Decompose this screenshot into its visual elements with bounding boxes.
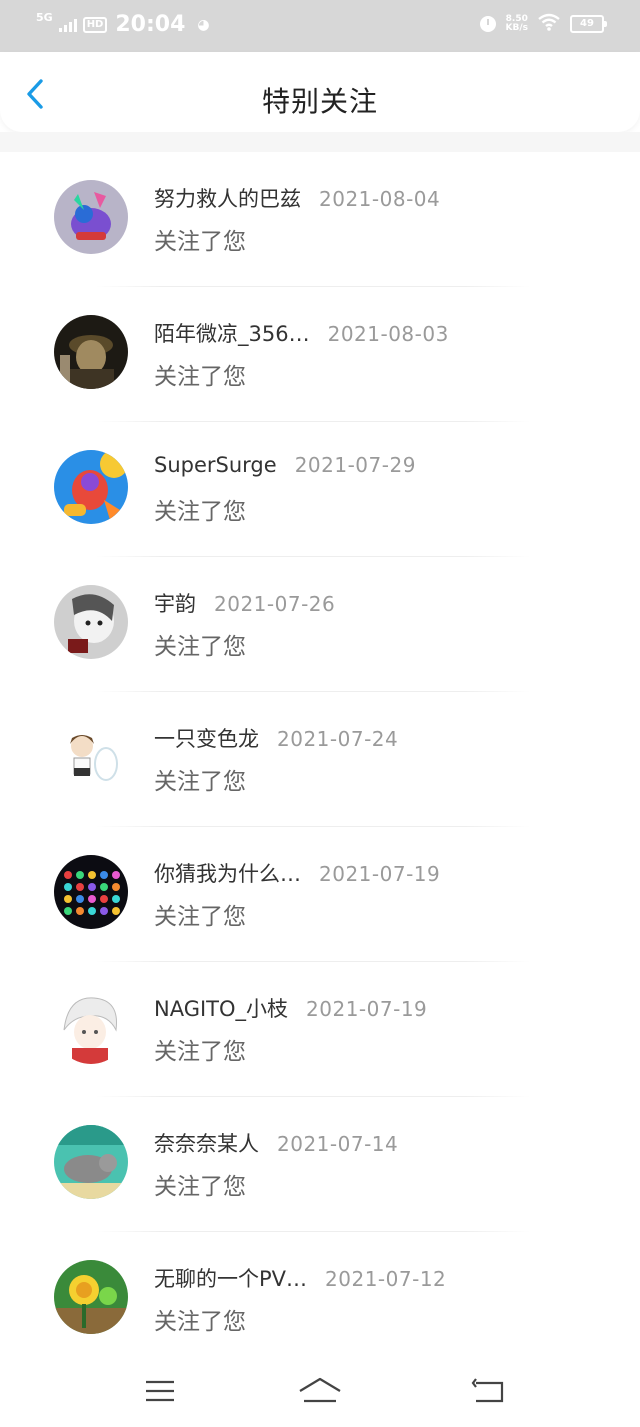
follow-action: 关注了您 bbox=[154, 1174, 246, 1200]
follow-action: 关注了您 bbox=[154, 229, 246, 255]
bilibili-icon: ◕ bbox=[197, 16, 210, 33]
list-item[interactable]: 一只变色龙 2021-07-24 关注了您 bbox=[0, 692, 640, 827]
status-right: 8.50 KB/s 49 bbox=[479, 13, 607, 35]
follow-date: 2021-07-24 bbox=[277, 727, 399, 751]
follow-date: 2021-07-29 bbox=[294, 453, 416, 477]
name-line: 陌年微凉_356… 2021-08-03 bbox=[154, 318, 449, 348]
user-name[interactable]: 奈奈奈某人 bbox=[154, 1128, 259, 1158]
follow-action: 关注了您 bbox=[154, 364, 246, 390]
status-left: 5G HD 20:04 ◕ bbox=[36, 12, 210, 37]
list-item[interactable]: 你猜我为什么… 2021-07-19 关注了您 bbox=[0, 827, 640, 962]
home-icon[interactable] bbox=[298, 1369, 342, 1413]
user-name[interactable]: NAGITO_小枝 bbox=[154, 993, 288, 1023]
menu-icon[interactable] bbox=[138, 1369, 182, 1413]
battery-icon: 49 bbox=[570, 15, 607, 33]
list-item[interactable]: 奈奈奈某人 2021-07-14 关注了您 bbox=[0, 1097, 640, 1232]
avatar[interactable] bbox=[54, 720, 128, 794]
follow-action: 关注了您 bbox=[154, 634, 246, 660]
list-item[interactable]: SuperSurge 2021-07-29 关注了您 bbox=[0, 422, 640, 557]
avatar[interactable] bbox=[54, 180, 128, 254]
page-title: 特别关注 bbox=[261, 85, 378, 118]
follower-list: 努力救人的巴兹 2021-08-04 关注了您 陌年微凉_356… 2021-0… bbox=[0, 152, 640, 1367]
name-line: 一只变色龙 2021-07-24 bbox=[154, 723, 398, 753]
follow-date: 2021-07-19 bbox=[306, 997, 428, 1021]
name-line: 无聊的一个PV… 2021-07-12 bbox=[154, 1263, 446, 1293]
follow-action: 关注了您 bbox=[154, 1309, 246, 1335]
wifi-icon bbox=[538, 13, 560, 35]
list-item[interactable]: NAGITO_小枝 2021-07-19 关注了您 bbox=[0, 962, 640, 1097]
follow-action: 关注了您 bbox=[154, 769, 246, 795]
follow-date: 2021-08-04 bbox=[319, 187, 441, 211]
header-gap bbox=[0, 132, 640, 152]
name-line: 努力救人的巴兹 2021-08-04 bbox=[154, 183, 440, 213]
follow-date: 2021-08-03 bbox=[327, 322, 449, 346]
user-name[interactable]: 宇韵 bbox=[154, 588, 196, 618]
name-line: 奈奈奈某人 2021-07-14 bbox=[154, 1128, 398, 1158]
avatar[interactable] bbox=[54, 1260, 128, 1334]
network-speed-unit: KB/s bbox=[505, 23, 528, 33]
follow-action: 关注了您 bbox=[154, 499, 246, 525]
status-bar: 5G HD 20:04 ◕ 8.50 KB/s 49 bbox=[0, 0, 640, 52]
name-line: 宇韵 2021-07-26 bbox=[154, 588, 335, 618]
clock: 20:04 bbox=[115, 12, 186, 37]
network-type: 5G bbox=[36, 11, 53, 24]
list-item[interactable]: 陌年微凉_356… 2021-08-03 关注了您 bbox=[0, 287, 640, 422]
network-speed: 8.50 KB/s bbox=[506, 15, 528, 33]
name-line: NAGITO_小枝 2021-07-19 bbox=[154, 993, 427, 1023]
user-name[interactable]: 无聊的一个PV… bbox=[154, 1263, 307, 1293]
follow-action: 关注了您 bbox=[154, 1039, 246, 1065]
avatar[interactable] bbox=[54, 990, 128, 1064]
system-nav-bar bbox=[0, 1357, 640, 1427]
user-name[interactable]: 一只变色龙 bbox=[154, 723, 259, 753]
follow-date: 2021-07-19 bbox=[319, 862, 441, 886]
header: 特别关注 bbox=[0, 52, 640, 132]
user-name[interactable]: 努力救人的巴兹 bbox=[154, 183, 301, 213]
avatar[interactable] bbox=[54, 855, 128, 929]
user-name[interactable]: 陌年微凉_356… bbox=[154, 318, 310, 348]
avatar[interactable] bbox=[54, 450, 128, 524]
follow-date: 2021-07-14 bbox=[277, 1132, 399, 1156]
avatar[interactable] bbox=[54, 1125, 128, 1199]
follow-date: 2021-07-12 bbox=[325, 1267, 447, 1291]
list-item[interactable]: 宇韵 2021-07-26 关注了您 bbox=[0, 557, 640, 692]
name-line: SuperSurge 2021-07-29 bbox=[154, 453, 416, 477]
list-item[interactable]: 无聊的一个PV… 2021-07-12 关注了您 bbox=[0, 1232, 640, 1367]
avatar[interactable] bbox=[54, 315, 128, 389]
user-name[interactable]: 你猜我为什么… bbox=[154, 858, 301, 888]
follow-action: 关注了您 bbox=[154, 904, 246, 930]
signal-icon bbox=[58, 18, 77, 32]
alarm-icon bbox=[479, 16, 496, 32]
hd-badge: HD bbox=[82, 16, 108, 33]
back-icon[interactable] bbox=[466, 1369, 510, 1413]
list-item[interactable]: 努力救人的巴兹 2021-08-04 关注了您 bbox=[0, 152, 640, 287]
avatar[interactable] bbox=[54, 585, 128, 659]
name-line: 你猜我为什么… 2021-07-19 bbox=[154, 858, 440, 888]
user-name[interactable]: SuperSurge bbox=[154, 453, 277, 477]
follow-date: 2021-07-26 bbox=[214, 592, 336, 616]
